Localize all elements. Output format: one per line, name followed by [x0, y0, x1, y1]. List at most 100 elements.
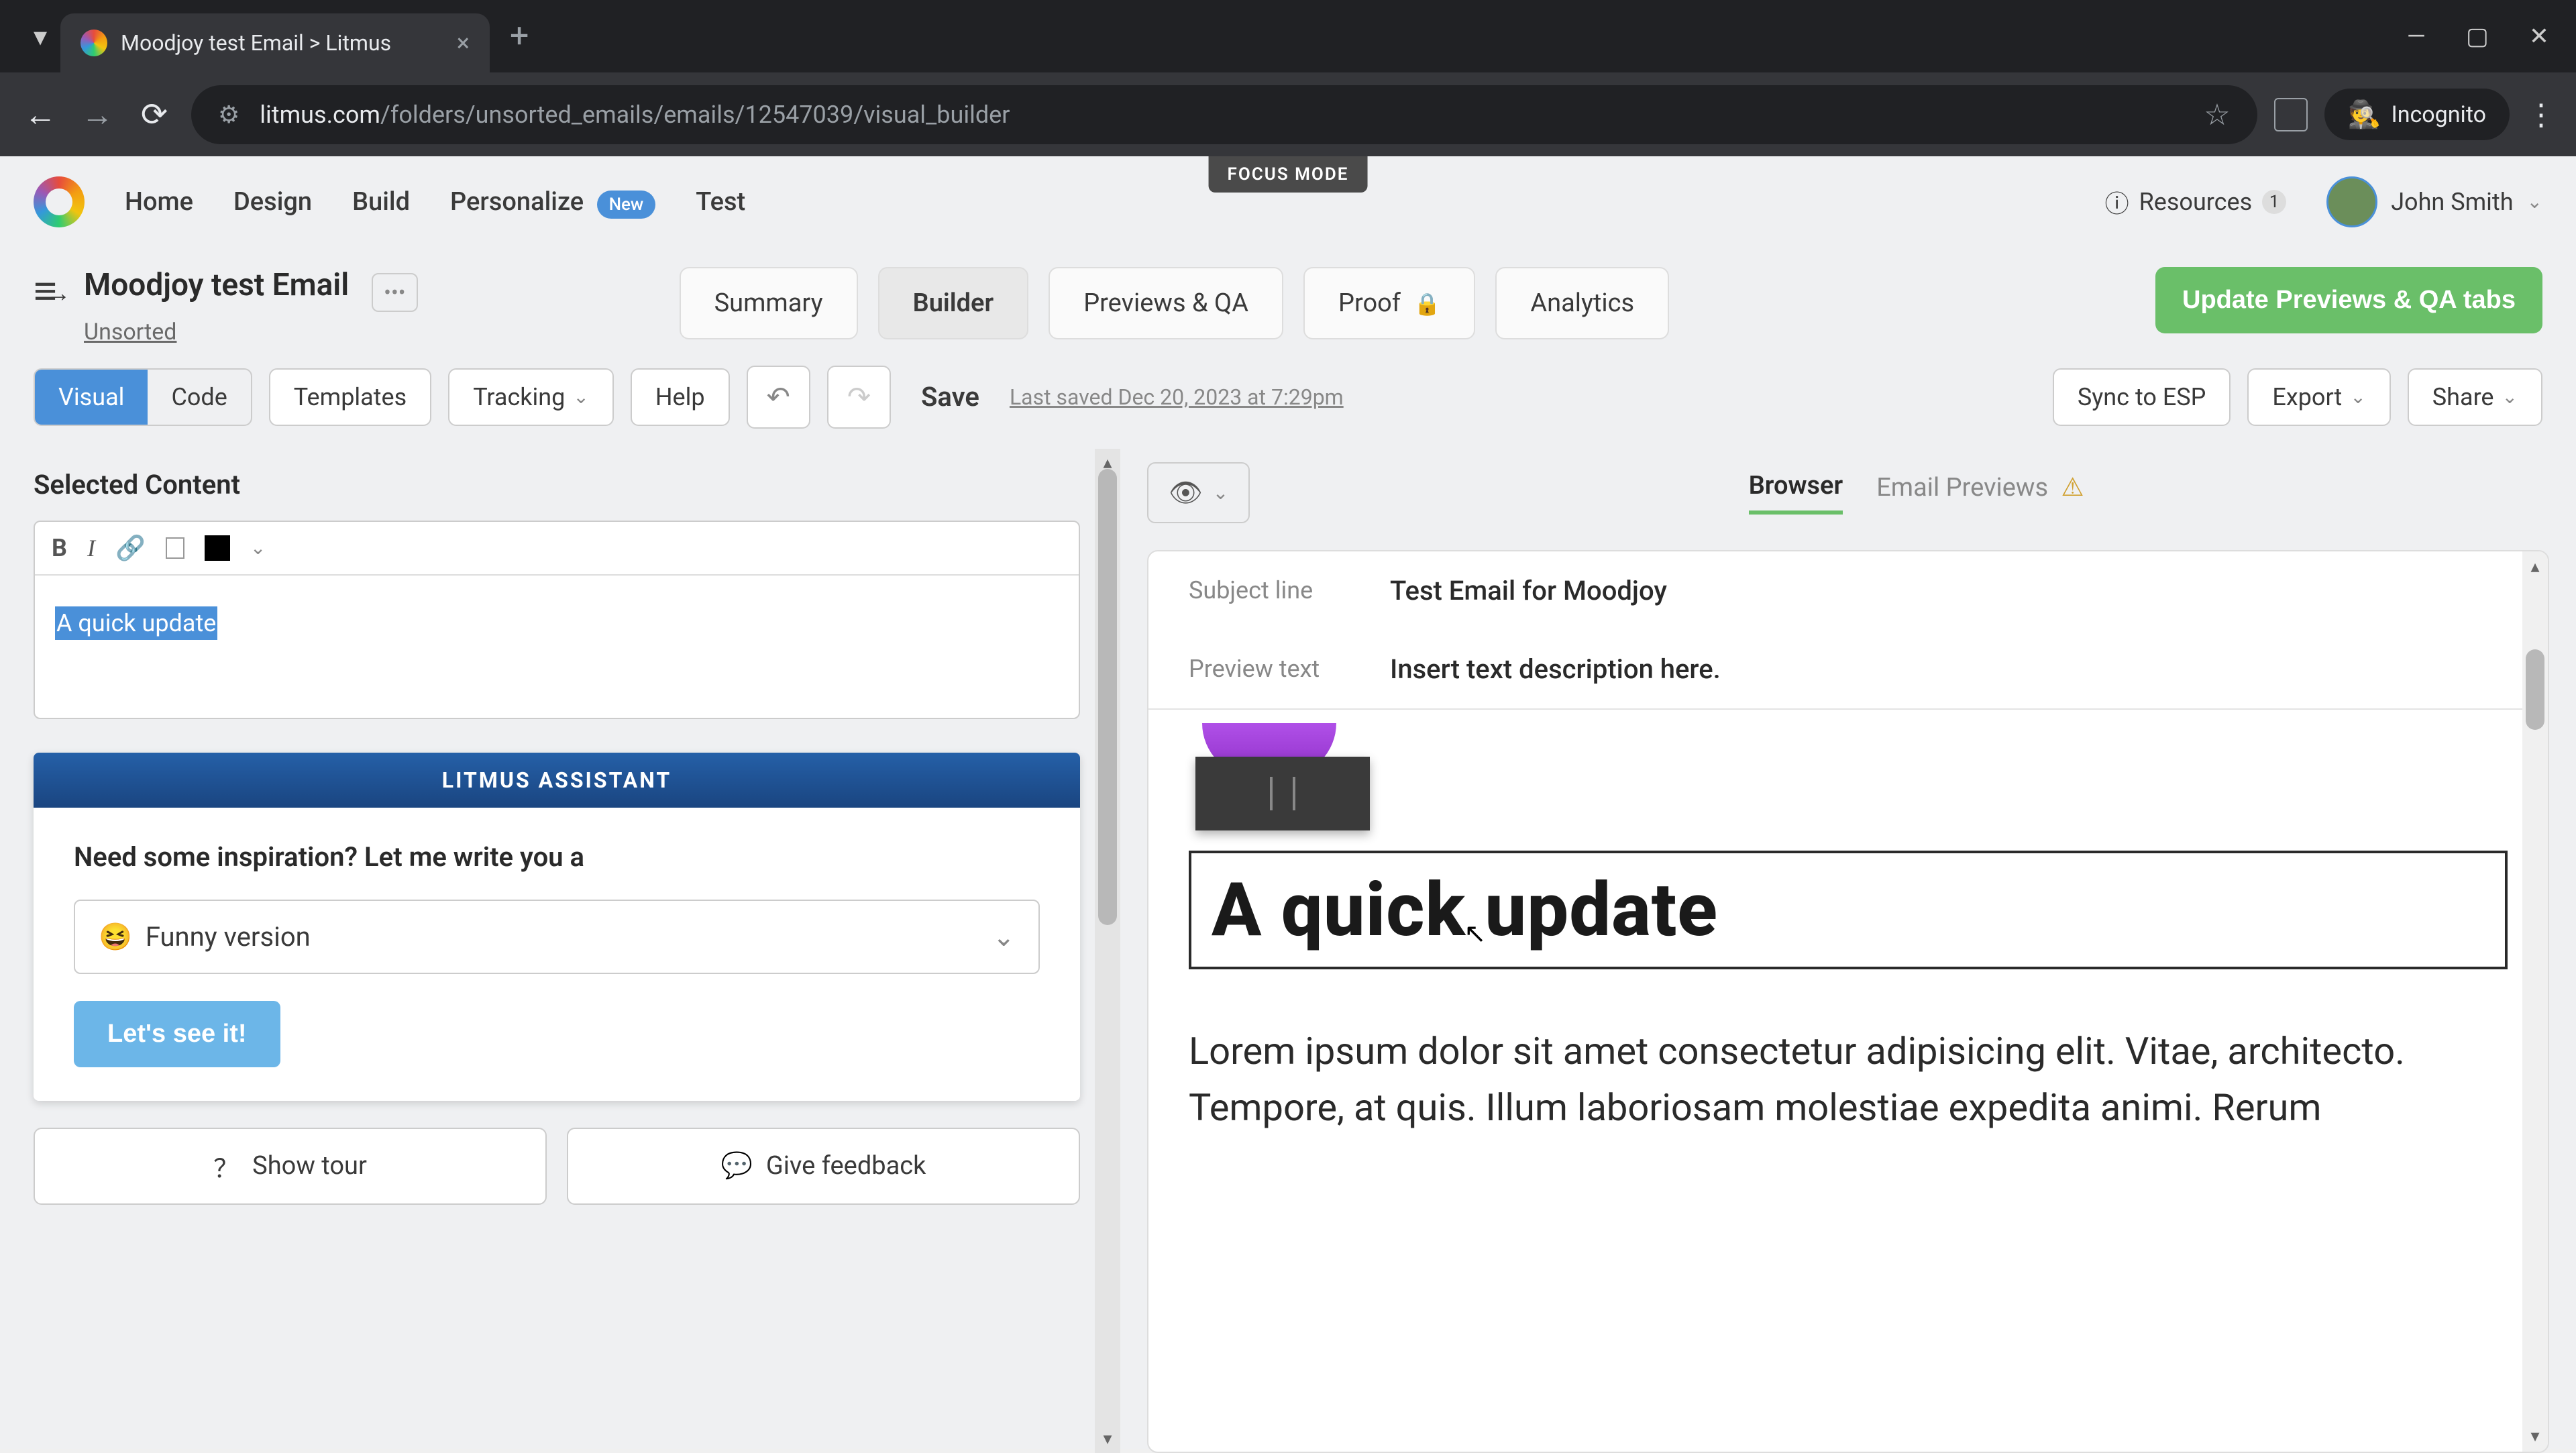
assistant-header: LITMUS ASSISTANT: [34, 753, 1080, 808]
app-root: FOCUS MODE Home Design Build Personalize…: [0, 156, 2576, 1449]
question-icon: ？: [213, 1148, 239, 1185]
chevron-down-icon: ⌄: [2502, 386, 2518, 408]
preview-text-value[interactable]: Insert text description here.: [1390, 653, 1721, 685]
tab-previews[interactable]: Previews & QA: [1049, 267, 1283, 339]
eye-icon: 👁: [1169, 477, 1203, 508]
chevron-down-icon: ⌄: [573, 386, 588, 408]
bold-button[interactable]: B: [52, 534, 67, 562]
site-settings-icon[interactable]: ⚙: [218, 101, 239, 129]
resources-link[interactable]: ⓘ Resources 1: [2105, 184, 2287, 219]
sidebar-toggle-icon[interactable]: ≡: [34, 267, 57, 315]
selected-text: A quick update: [55, 606, 217, 640]
cursor-icon: ↖: [1464, 918, 1487, 949]
reader-mode-icon[interactable]: [2274, 98, 2308, 131]
share-button[interactable]: Share ⌄: [2408, 368, 2542, 426]
tab-analytics[interactable]: Analytics: [1495, 267, 1669, 339]
editor-textarea[interactable]: A quick update: [35, 576, 1079, 718]
nav-build[interactable]: Build: [352, 187, 410, 217]
italic-button[interactable]: I: [87, 534, 95, 562]
tab-summary[interactable]: Summary: [680, 267, 858, 339]
email-title[interactable]: Moodjoy test Email: [84, 267, 349, 303]
info-icon: ⓘ: [2105, 184, 2129, 219]
new-tab-button[interactable]: +: [510, 17, 529, 56]
avatar-icon: [2326, 176, 2377, 227]
help-button[interactable]: Help: [631, 368, 730, 426]
preview-text-label: Preview text: [1189, 655, 1363, 683]
chevron-down-icon: ⌄: [1213, 482, 1228, 504]
last-saved-text[interactable]: Last saved Dec 20, 2023 at 7:29pm: [1010, 384, 1344, 410]
visual-mode-button[interactable]: Visual: [35, 370, 148, 425]
export-button[interactable]: Export ⌄: [2247, 368, 2390, 426]
preview-panel: 👁 ⌄ Browser Email Previews ⚠ ▴ ▾: [1120, 449, 2576, 1453]
incognito-badge[interactable]: 🕵 Incognito: [2324, 89, 2510, 140]
redo-button[interactable]: ↷: [827, 366, 891, 429]
nav-personalize[interactable]: Personalize New: [450, 187, 655, 217]
folder-link[interactable]: Unsorted: [84, 319, 176, 345]
focus-mode-badge[interactable]: FOCUS MODE: [1209, 156, 1368, 193]
toolbar-overlay[interactable]: [1195, 757, 1370, 830]
bookmark-icon[interactable]: ☆: [2204, 97, 2230, 132]
headline-selected-box[interactable]: A quick update ↖: [1189, 851, 2508, 969]
preview-tab-email[interactable]: Email Previews ⚠: [1876, 472, 2084, 513]
scroll-up-arrow-icon[interactable]: ▴: [2525, 551, 2544, 582]
assistant-generate-button[interactable]: Let's see it!: [74, 1001, 280, 1067]
back-button[interactable]: ←: [20, 95, 60, 133]
close-window-icon[interactable]: ✕: [2529, 22, 2549, 50]
nav-design[interactable]: Design: [233, 187, 312, 217]
update-previews-button[interactable]: Update Previews & QA tabs: [2155, 267, 2542, 333]
preview-view-options[interactable]: 👁 ⌄: [1147, 462, 1250, 523]
scrollbar-thumb[interactable]: [1098, 469, 1117, 925]
subject-value[interactable]: Test Email for Moodjoy: [1390, 575, 1667, 606]
preview-tab-browser[interactable]: Browser: [1749, 471, 1843, 515]
left-footer-actions: ？ Show tour 💬 Give feedback: [20, 1101, 1093, 1218]
minimize-icon[interactable]: —: [2407, 22, 2426, 50]
chevron-down-icon: ⌄: [2527, 191, 2542, 213]
email-body-text: Lorem ipsum dolor sit amet consectetur a…: [1189, 1023, 2508, 1136]
builder-toolbar: Visual Code Templates Tracking ⌄ Help ↶ …: [0, 345, 2576, 449]
incognito-icon: 🕵: [2348, 99, 2381, 130]
url-domain: litmus.com: [260, 101, 380, 129]
clear-format-button[interactable]: [166, 537, 184, 559]
close-tab-icon[interactable]: ×: [457, 29, 470, 57]
scroll-down-arrow-icon[interactable]: ▾: [1095, 1429, 1120, 1449]
give-feedback-button[interactable]: 💬 Give feedback: [567, 1128, 1080, 1205]
sync-esp-button[interactable]: Sync to ESP: [2053, 368, 2231, 426]
preview-frame: ▴ ▾ Subject line Test Email for Moodjoy …: [1147, 550, 2549, 1453]
nav-home[interactable]: Home: [125, 187, 193, 217]
chevron-down-icon[interactable]: ⌄: [250, 537, 266, 559]
email-body-preview[interactable]: A quick update ↖ Lorem ipsum dolor sit a…: [1148, 710, 2548, 1149]
url-path: /folders/unsorted_emails/emails/12547039…: [380, 101, 1010, 129]
browser-tab[interactable]: Moodjoy test Email > Litmus ×: [60, 13, 490, 72]
subject-label: Subject line: [1189, 576, 1363, 604]
address-bar[interactable]: ⚙ litmus.com/folders/unsorted_emails/ema…: [191, 85, 2257, 144]
browser-menu-icon[interactable]: ⋮: [2526, 97, 2556, 132]
maximize-icon[interactable]: ▢: [2466, 22, 2489, 50]
tab-list-button[interactable]: ▾: [20, 16, 60, 56]
email-options-button[interactable]: •••: [372, 273, 417, 312]
tab-proof[interactable]: Proof 🔒: [1303, 267, 1475, 339]
title-row: ≡ Moodjoy test Email ••• Unsorted Summar…: [0, 247, 2576, 345]
templates-button[interactable]: Templates: [269, 368, 431, 426]
user-menu[interactable]: John Smith ⌄: [2326, 176, 2542, 227]
forward-button[interactable]: →: [77, 95, 117, 133]
assistant-tone-select[interactable]: 😆 Funny version ⌄: [74, 900, 1040, 974]
tab-builder[interactable]: Builder: [878, 267, 1029, 339]
link-button[interactable]: 🔗: [115, 534, 146, 562]
favicon-icon: [80, 30, 107, 56]
nav-test[interactable]: Test: [696, 187, 745, 217]
reload-button[interactable]: ⟳: [134, 95, 174, 133]
chevron-down-icon: ⌄: [2350, 386, 2365, 408]
emoji-icon: 😆: [99, 921, 132, 953]
litmus-logo-icon[interactable]: [34, 176, 85, 227]
undo-button[interactable]: ↶: [747, 366, 810, 429]
left-scrollbar[interactable]: ▴ ▾: [1095, 449, 1120, 1453]
code-mode-button[interactable]: Code: [148, 370, 250, 425]
show-tour-button[interactable]: ？ Show tour: [34, 1128, 547, 1205]
scroll-down-arrow-icon[interactable]: ▾: [2525, 1421, 2544, 1452]
chevron-down-icon: ⌄: [992, 921, 1015, 953]
warning-icon: ⚠: [2061, 473, 2084, 502]
content-editor: B I 🔗 ⌄ A quick update: [34, 521, 1080, 719]
text-color-swatch[interactable]: [205, 535, 230, 561]
save-button[interactable]: Save: [921, 381, 979, 413]
tracking-button[interactable]: Tracking ⌄: [448, 368, 614, 426]
